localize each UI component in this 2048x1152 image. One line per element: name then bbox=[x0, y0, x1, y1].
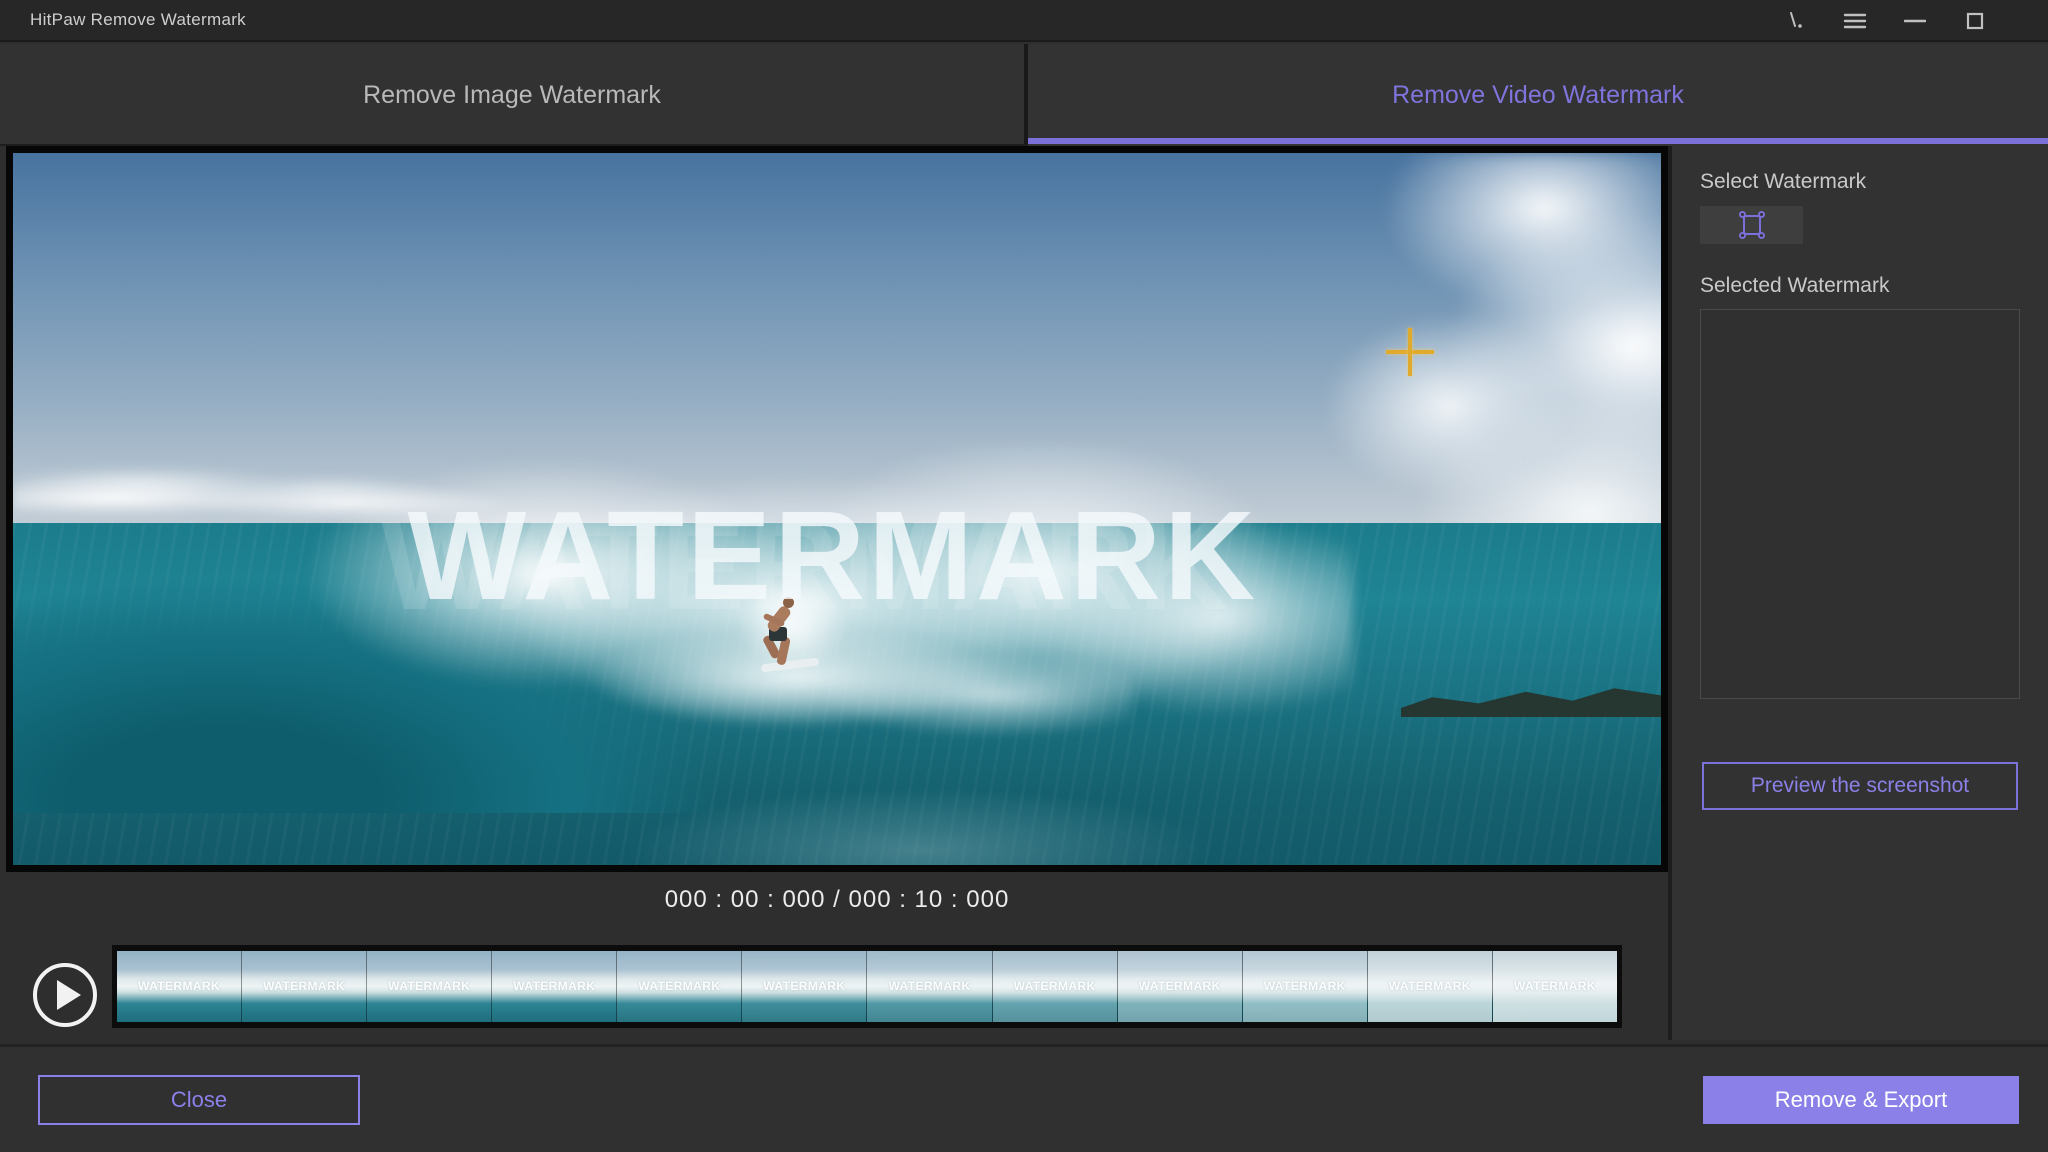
frame-watermark-label: WATERMARK bbox=[1138, 978, 1221, 993]
select-watermark-label: Select Watermark bbox=[1700, 170, 1867, 193]
marquee-selection-tool-button[interactable] bbox=[1700, 206, 1803, 244]
crosshair-vertical bbox=[1408, 328, 1412, 376]
feedback-icon[interactable] bbox=[1782, 8, 1808, 34]
filmstrip-frame[interactable]: WATERMARK bbox=[242, 951, 368, 1022]
remove-export-button[interactable]: Remove & Export bbox=[1703, 1076, 2019, 1124]
selected-watermark-list[interactable] bbox=[1700, 309, 2020, 699]
tab-bar: Remove Image Watermark Remove Video Wate… bbox=[0, 44, 2048, 146]
tab-remove-video-watermark[interactable]: Remove Video Watermark bbox=[1028, 44, 2048, 146]
title-bar: HitPaw Remove Watermark bbox=[0, 0, 2048, 42]
app-window: HitPaw Remove Watermark Remove Image Wat… bbox=[0, 0, 2048, 1152]
marquee-selection-icon bbox=[1738, 211, 1765, 239]
close-button[interactable]: Close bbox=[38, 1075, 360, 1125]
frame-watermark-label: WATERMARK bbox=[263, 978, 346, 993]
window-controls bbox=[1782, 0, 1988, 42]
filmstrip-frame[interactable]: WATERMARK bbox=[1242, 951, 1368, 1022]
frame-watermark-label: WATERMARK bbox=[1263, 978, 1346, 993]
filmstrip-frame[interactable]: WATERMARK bbox=[1117, 951, 1243, 1022]
filmstrip-frames[interactable]: WATERMARK WATERMARK WATERMARK WATERMARK WATE… bbox=[112, 945, 1622, 1028]
active-tab-underline bbox=[1028, 138, 2048, 144]
filmstrip-frame[interactable]: WATERMARK bbox=[1367, 951, 1493, 1022]
video-preview-frame: WATERMARK bbox=[6, 146, 1668, 872]
frame-watermark-label: WATERMARK bbox=[513, 978, 596, 993]
frame-watermark-label: WATERMARK bbox=[763, 978, 846, 993]
frame-watermark-label: WATERMARK bbox=[1388, 978, 1471, 993]
filmstrip-frame[interactable]: WATERMARK bbox=[1492, 951, 1617, 1022]
preview-screenshot-button[interactable]: Preview the screenshot bbox=[1702, 762, 2018, 810]
frame-watermark-label: WATERMARK bbox=[888, 978, 971, 993]
frame-watermark-label: WATERMARK bbox=[388, 978, 471, 993]
window-title: HitPaw Remove Watermark bbox=[30, 10, 246, 29]
minimize-icon[interactable] bbox=[1902, 8, 1928, 34]
filmstrip-frame[interactable]: WATERMARK bbox=[742, 951, 868, 1022]
timecode-display: 000 : 00 : 000 / 000 : 10 : 000 bbox=[664, 886, 1010, 913]
footer-bar: Close Remove & Export bbox=[0, 1044, 2048, 1152]
video-preview[interactable]: WATERMARK bbox=[13, 153, 1661, 865]
menu-icon[interactable] bbox=[1842, 8, 1868, 34]
filmstrip-frame[interactable]: WATERMARK bbox=[992, 951, 1118, 1022]
frame-watermark-label: WATERMARK bbox=[638, 978, 721, 993]
tab-label: Remove Image Watermark bbox=[363, 80, 661, 109]
tab-label: Remove Video Watermark bbox=[1392, 80, 1684, 109]
selected-watermark-label: Selected Watermark bbox=[1700, 274, 1890, 297]
filmstrip-frame[interactable]: WATERMARK bbox=[367, 951, 493, 1022]
filmstrip-frame[interactable]: WATERMARK bbox=[117, 951, 243, 1022]
play-button[interactable] bbox=[33, 963, 97, 1027]
maximize-icon[interactable] bbox=[1962, 8, 1988, 34]
filmstrip-frame[interactable]: WATERMARK bbox=[867, 951, 993, 1022]
frame-watermark-label: WATERMARK bbox=[1513, 978, 1596, 993]
tab-remove-image-watermark[interactable]: Remove Image Watermark bbox=[0, 44, 1024, 146]
play-icon bbox=[56, 980, 81, 1010]
filmstrip-frame[interactable]: WATERMARK bbox=[617, 951, 743, 1022]
frame-watermark-label: WATERMARK bbox=[138, 978, 221, 993]
filmstrip-frame[interactable]: WATERMARK bbox=[492, 951, 618, 1022]
watermark-panel: Select Watermark Selected Watermark Prev… bbox=[1672, 146, 2048, 1040]
frame-watermark-label: WATERMARK bbox=[1013, 978, 1096, 993]
watermark-overlay-text: WATERMARK bbox=[407, 485, 1259, 626]
